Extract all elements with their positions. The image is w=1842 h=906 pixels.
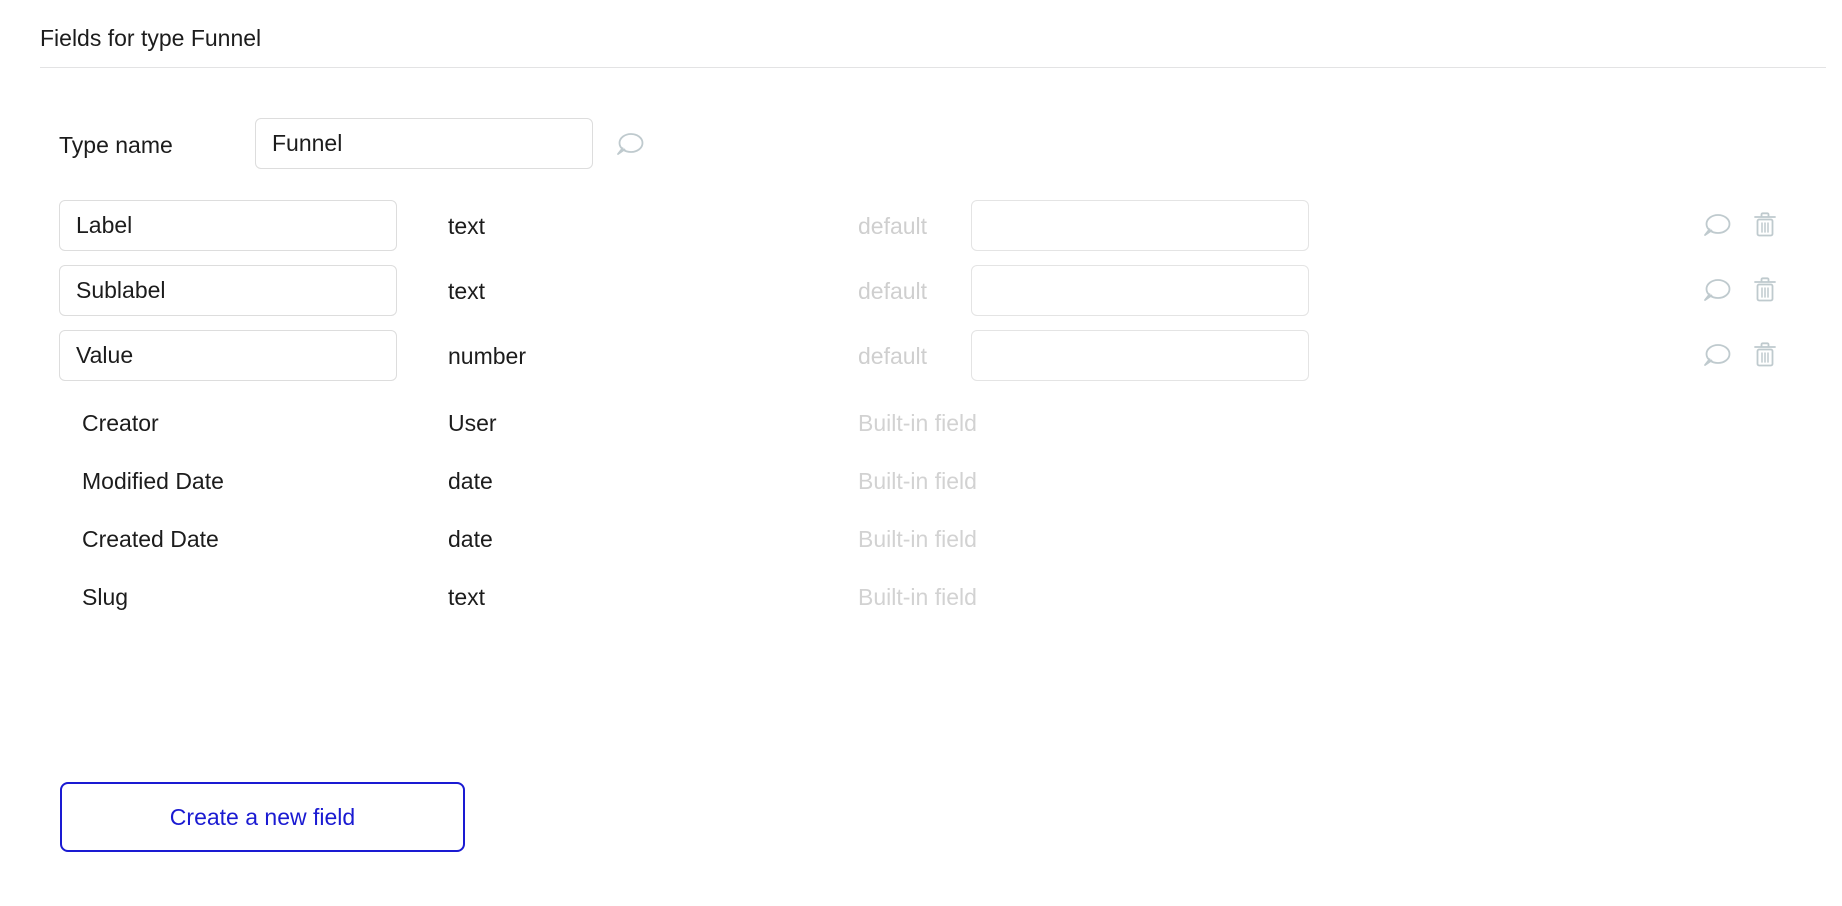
comment-icon[interactable] [1700,342,1734,370]
builtin-field-type: text [448,584,486,610]
table-row: Slug text Built-in field [0,579,1842,615]
trash-icon[interactable] [1752,209,1778,241]
field-name-input[interactable] [59,330,397,381]
builtin-field-name: Created Date [82,526,219,552]
field-name-input[interactable] [59,265,397,316]
field-default-label: default [858,213,928,239]
builtin-field-note: Built-in field [858,526,977,552]
table-row: Creator User Built-in field [0,405,1842,441]
field-type-label: text [448,278,486,304]
field-name-input[interactable] [59,200,397,251]
field-default-label: default [858,278,928,304]
builtin-field-name: Modified Date [82,468,224,494]
builtin-field-type: date [448,526,493,552]
builtin-field-type: date [448,468,493,494]
builtin-field-name: Slug [82,584,129,610]
create-a-new-field-button[interactable]: Create a new field [60,782,465,852]
comment-icon[interactable] [1700,277,1734,305]
field-default-input[interactable] [971,200,1309,251]
table-row: text default [0,200,1842,251]
builtin-field-note: Built-in field [858,584,977,610]
table-row: Created Date date Built-in field [0,521,1842,557]
table-row: text default [0,265,1842,316]
builtin-field-type: User [448,410,497,436]
field-default-input[interactable] [971,330,1309,381]
field-type-label: number [448,343,526,369]
field-type-label: text [448,213,486,239]
table-row: number default [0,330,1842,381]
trash-icon[interactable] [1752,274,1778,306]
table-row: Modified Date date Built-in field [0,463,1842,499]
trash-icon[interactable] [1752,339,1778,371]
builtin-field-note: Built-in field [858,468,977,494]
field-default-label: default [858,343,928,369]
builtin-field-note: Built-in field [858,410,977,436]
field-default-input[interactable] [971,265,1309,316]
builtin-field-name: Creator [82,410,159,436]
fields-list: text default text default [0,0,1842,906]
comment-icon[interactable] [1700,212,1734,240]
